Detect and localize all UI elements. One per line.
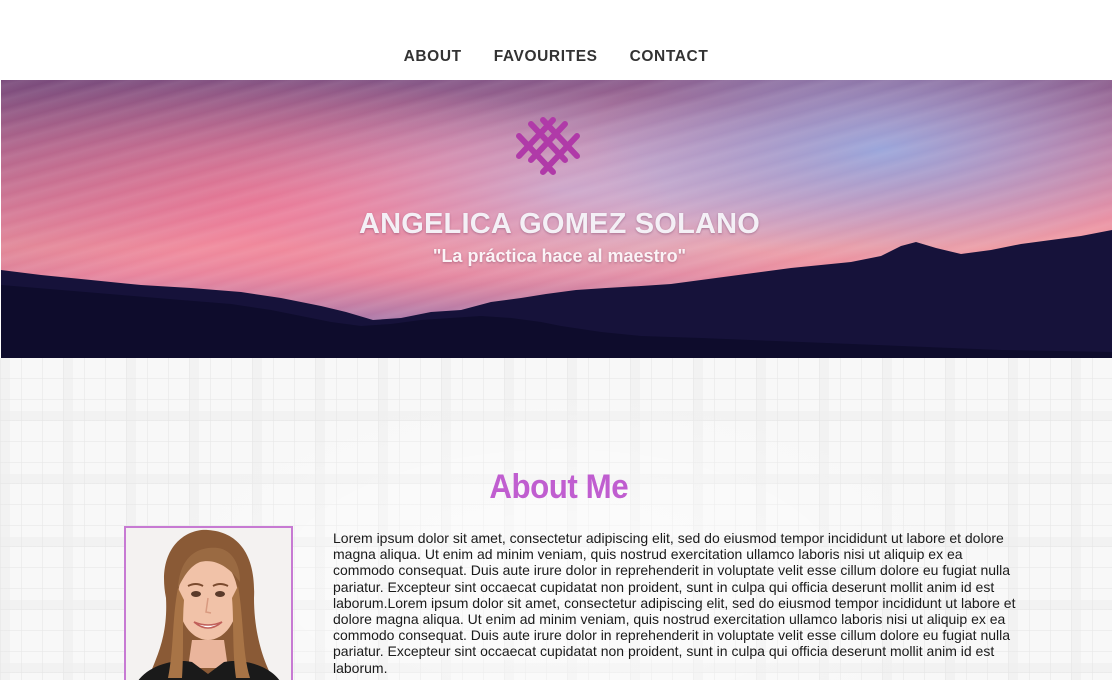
hero-banner: ANGELICA GOMEZ SOLANO "La práctica hace … bbox=[1, 80, 1112, 358]
about-section: About Me Lorem ipsum dolor sit amet, con… bbox=[0, 358, 1112, 680]
nav-link-favourites[interactable]: FAVOURITES bbox=[478, 47, 614, 67]
top-navigation: ABOUT FAVOURITES CONTACT bbox=[0, 0, 1112, 80]
interlaced-x-logo-icon bbox=[516, 117, 580, 175]
nav-link-about[interactable]: ABOUT bbox=[388, 47, 478, 67]
nav-menu: ABOUT FAVOURITES CONTACT bbox=[0, 47, 1112, 67]
site-owner-name: ANGELICA GOMEZ SOLANO bbox=[358, 208, 761, 240]
about-me-text: Lorem ipsum dolor sit amet, consectetur … bbox=[333, 530, 1016, 676]
about-me-heading: About Me bbox=[489, 468, 629, 506]
portrait-image bbox=[126, 528, 291, 680]
portrait-photo bbox=[124, 526, 293, 680]
nav-link-contact[interactable]: CONTACT bbox=[614, 47, 725, 67]
motto-text: "La práctica hace al maestro" bbox=[432, 246, 687, 266]
